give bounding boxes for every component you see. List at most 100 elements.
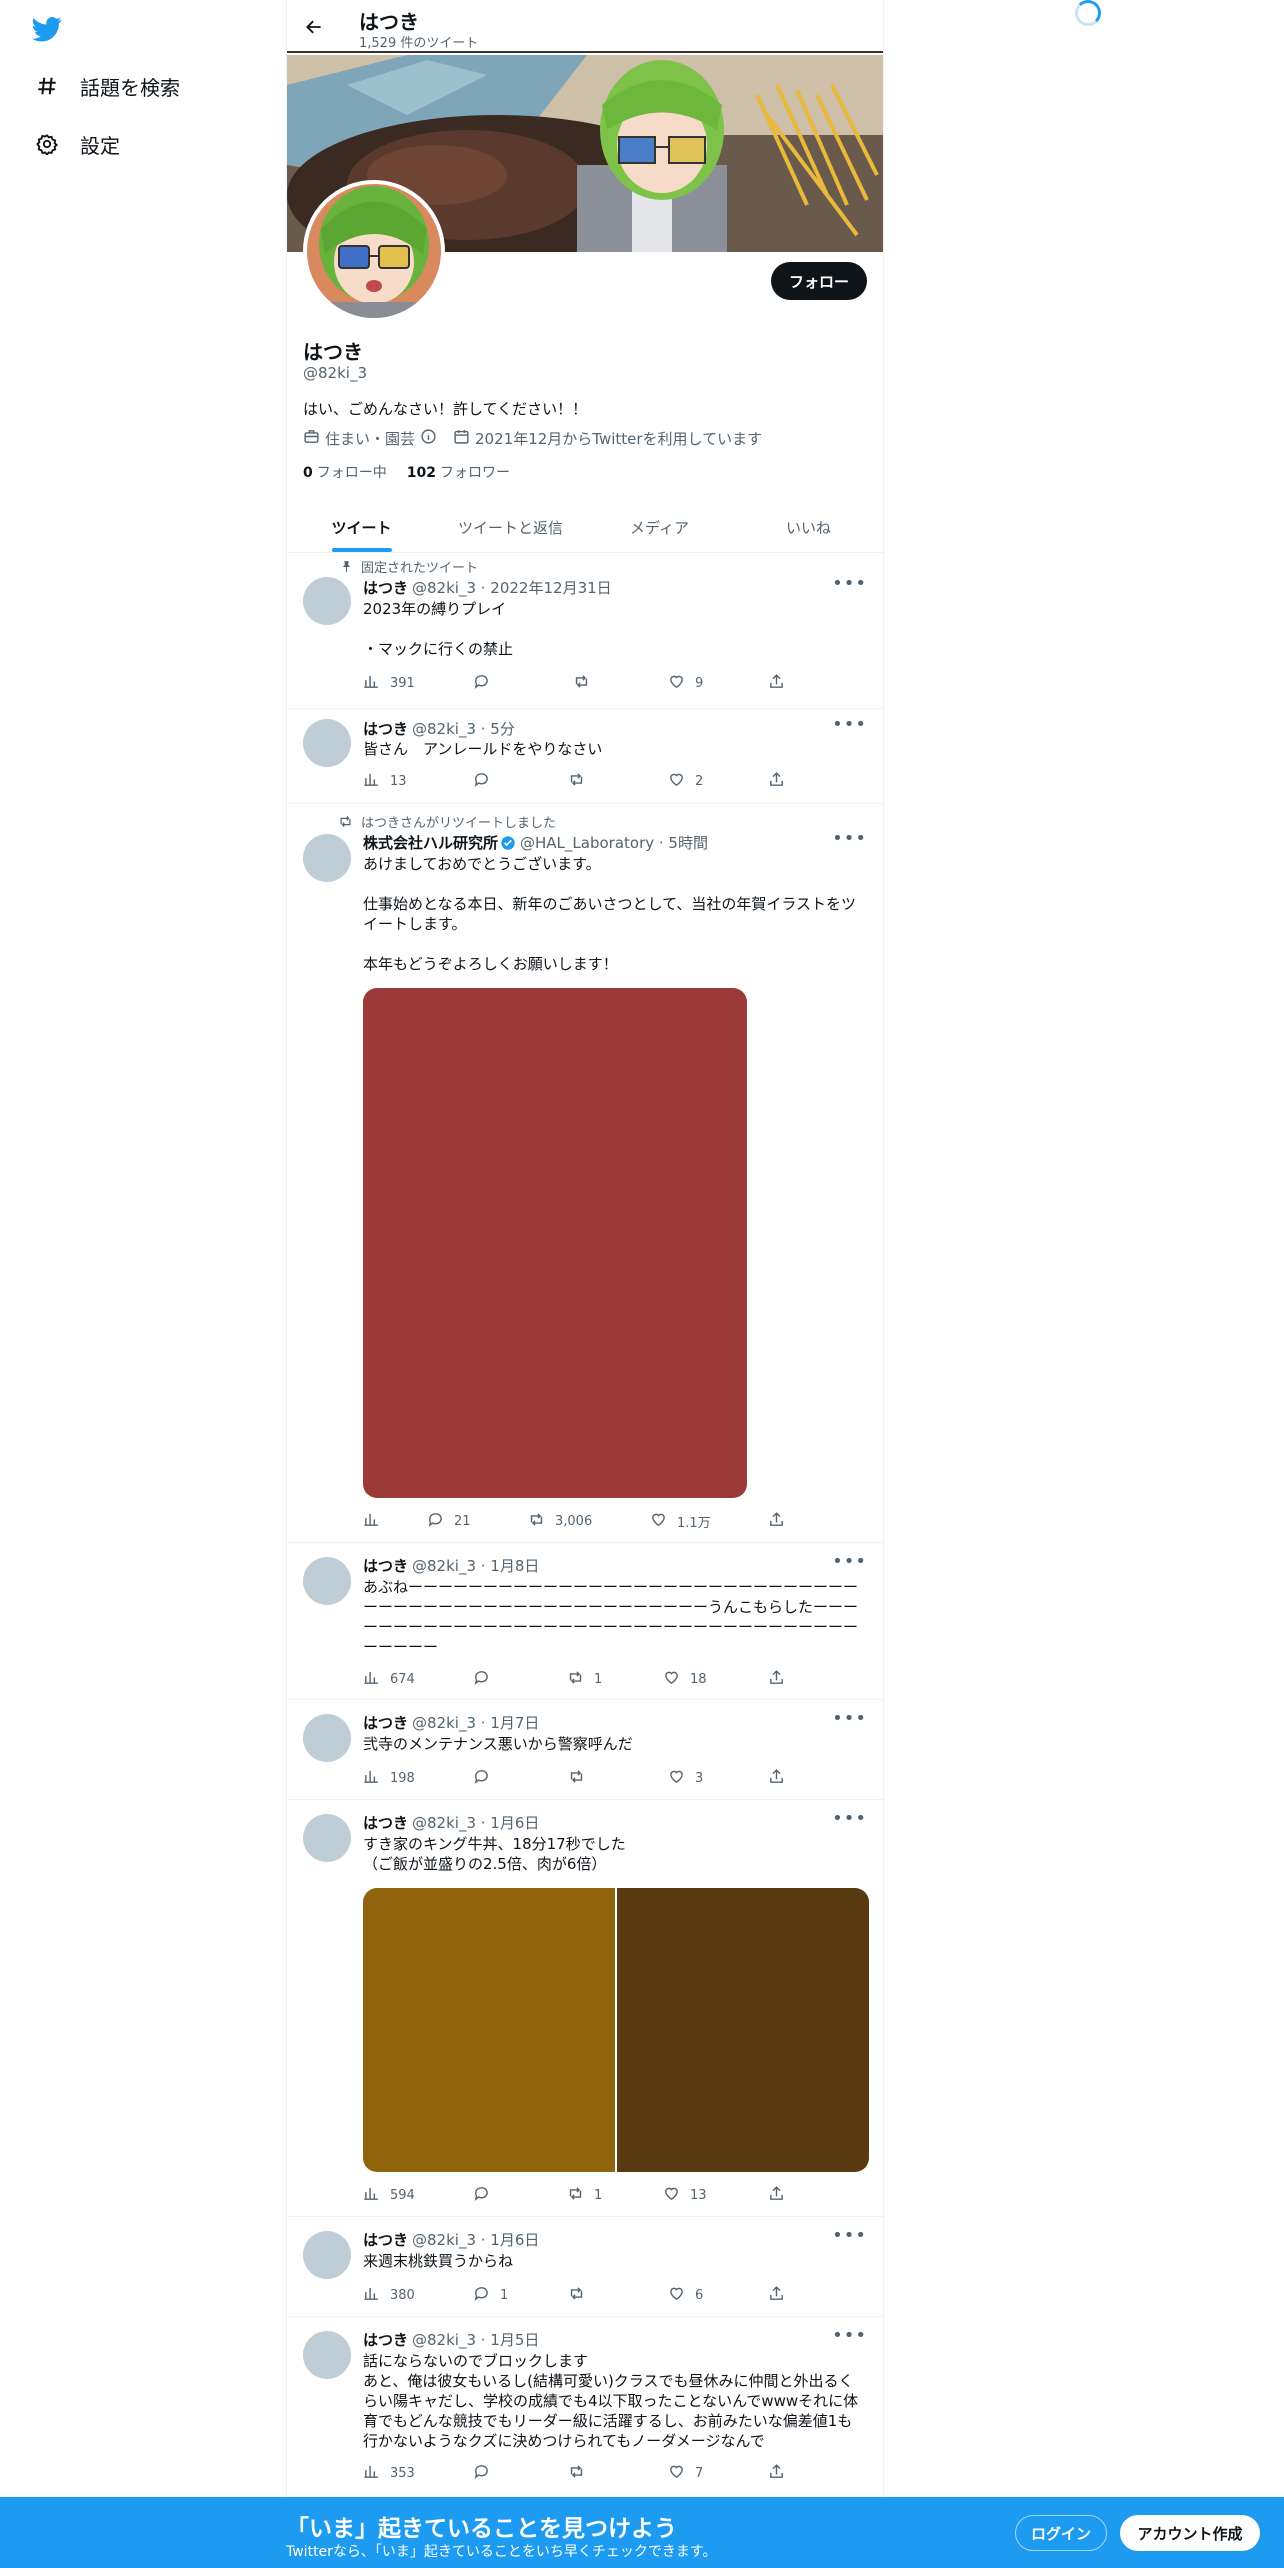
reply-button[interactable] xyxy=(473,2463,500,2484)
like-button[interactable]: 7 xyxy=(668,2463,703,2484)
tweet-author-name[interactable]: はつき xyxy=(363,1812,408,1833)
tweet-item[interactable]: はつき @82ki_3 · 1月7日 ••• 弐寺のメンテナンス悪いから警察呼ん… xyxy=(287,1700,883,1800)
tweet-item[interactable]: 固定されたツイート はつき @82ki_3 · 2022年12月31日 ••• … xyxy=(287,553,883,709)
tweet-author-name[interactable]: はつき xyxy=(363,1555,408,1576)
more-options-icon[interactable]: ••• xyxy=(832,2325,867,2346)
follow-button[interactable]: フォロー xyxy=(770,262,867,300)
profile-avatar[interactable] xyxy=(303,180,445,322)
tweet-item[interactable]: はつきさんがリツイートしました 株式会社ハル研究所 @HAL_Laborator… xyxy=(287,804,883,1543)
reply-button[interactable] xyxy=(473,2185,500,2206)
share-button[interactable] xyxy=(768,673,785,694)
share-button[interactable] xyxy=(768,1669,785,1690)
like-button[interactable]: 18 xyxy=(663,1669,707,1690)
more-options-icon[interactable]: ••• xyxy=(832,1551,867,1572)
tweet-meta[interactable]: @82ki_3 · 1月6日 xyxy=(412,1812,539,1833)
tweet-meta[interactable]: @82ki_3 · 1月7日 xyxy=(412,1712,539,1733)
tweet-item[interactable]: はつき @82ki_3 · 1月8日 ••• あぶねーーーーーーーーーーーーーー… xyxy=(287,1543,883,1700)
tweet-author-name[interactable]: はつき xyxy=(363,2229,408,2250)
share-button[interactable] xyxy=(768,2463,785,2484)
tab-tweets[interactable]: ツイート xyxy=(287,503,436,552)
retweet-button[interactable] xyxy=(568,1768,595,1789)
retweet-button[interactable] xyxy=(568,2285,595,2306)
share-button[interactable] xyxy=(768,771,785,792)
retweet-button[interactable] xyxy=(568,2463,595,2484)
more-options-icon[interactable]: ••• xyxy=(832,828,867,849)
views-button[interactable]: 198 xyxy=(363,1768,415,1789)
retweet-button[interactable] xyxy=(573,673,600,694)
views-button[interactable] xyxy=(363,1511,390,1532)
more-options-icon[interactable]: ••• xyxy=(832,1808,867,1829)
reply-button[interactable] xyxy=(473,1669,500,1690)
tweet-item[interactable]: はつき @82ki_3 · 1月6日 ••• 来週末桃鉄買うからね 380 1 … xyxy=(287,2217,883,2317)
tweet-author-name[interactable]: はつき xyxy=(363,718,408,739)
avatar[interactable] xyxy=(303,834,351,882)
retweet-button[interactable]: 3,006 xyxy=(528,1511,592,1532)
share-button[interactable] xyxy=(768,1511,785,1532)
like-button[interactable]: 3 xyxy=(668,1768,703,1789)
tweet-meta[interactable]: @82ki_3 · 5分 xyxy=(412,718,515,739)
tweet-image[interactable] xyxy=(363,1888,615,2172)
tweet-image[interactable] xyxy=(363,988,747,1498)
reply-button[interactable] xyxy=(473,771,500,792)
share-icon xyxy=(768,771,785,792)
tweet-meta[interactable]: @HAL_Laboratory · 5時間 xyxy=(520,832,708,853)
avatar[interactable] xyxy=(303,1714,351,1762)
nav-settings[interactable]: 設定 xyxy=(34,124,120,164)
retweet-button[interactable]: 1 xyxy=(567,1669,602,1690)
tweet-meta[interactable]: @82ki_3 · 1月5日 xyxy=(412,2329,539,2350)
reply-button[interactable] xyxy=(473,1768,500,1789)
retweet-button[interactable] xyxy=(568,771,595,792)
avatar[interactable] xyxy=(303,719,351,767)
views-button[interactable]: 674 xyxy=(363,1669,415,1690)
like-button[interactable]: 9 xyxy=(668,673,703,694)
avatar[interactable] xyxy=(303,2331,351,2379)
like-button[interactable]: 13 xyxy=(663,2185,707,2206)
reply-button[interactable]: 21 xyxy=(427,1511,471,1532)
views-button[interactable]: 13 xyxy=(363,771,407,792)
avatar[interactable] xyxy=(303,2231,351,2279)
views-button[interactable]: 353 xyxy=(363,2463,415,2484)
share-button[interactable] xyxy=(768,2185,785,2206)
more-options-icon[interactable]: ••• xyxy=(832,573,867,594)
back-arrow-icon[interactable] xyxy=(301,14,327,40)
nav-explore[interactable]: 話題を検索 xyxy=(34,66,180,106)
tweet-item[interactable]: はつき @82ki_3 · 1月5日 ••• 話にならないのでブロックします あ… xyxy=(287,2317,883,2497)
views-button[interactable]: 594 xyxy=(363,2185,415,2206)
like-button[interactable]: 6 xyxy=(668,2285,703,2306)
tweet-author-name[interactable]: 株式会社ハル研究所 xyxy=(363,832,498,853)
tab-likes[interactable]: いいね xyxy=(734,503,883,552)
tweet-meta[interactable]: @82ki_3 · 1月6日 xyxy=(412,2229,539,2250)
more-options-icon[interactable]: ••• xyxy=(832,1708,867,1729)
views-button[interactable]: 391 xyxy=(363,673,415,694)
reply-button[interactable]: 1 xyxy=(473,2285,508,2306)
tweet-meta[interactable]: @82ki_3 · 2022年12月31日 xyxy=(412,577,612,598)
followers-label: フォロワー xyxy=(439,465,510,481)
followers-link[interactable]: 102 フォロワー xyxy=(407,462,510,482)
tweet-item[interactable]: はつき @82ki_3 · 1月6日 ••• すき家のキング牛丼、18分17秒で… xyxy=(287,1800,883,2217)
tweet-author-name[interactable]: はつき xyxy=(363,577,408,598)
avatar[interactable] xyxy=(303,1557,351,1605)
login-button[interactable]: ログイン xyxy=(1015,2515,1107,2551)
more-options-icon[interactable]: ••• xyxy=(832,714,867,735)
more-options-icon[interactable]: ••• xyxy=(832,2225,867,2246)
info-icon[interactable] xyxy=(420,428,437,449)
retweet-button[interactable]: 1 xyxy=(567,2185,602,2206)
tweet-author-name[interactable]: はつき xyxy=(363,2329,408,2350)
signup-button[interactable]: アカウント作成 xyxy=(1120,2515,1260,2551)
tweet-author-name[interactable]: はつき xyxy=(363,1712,408,1733)
views-button[interactable]: 380 xyxy=(363,2285,415,2306)
reply-button[interactable] xyxy=(473,673,500,694)
avatar[interactable] xyxy=(303,1814,351,1862)
share-button[interactable] xyxy=(768,1768,785,1789)
tab-tweets-replies[interactable]: ツイートと返信 xyxy=(436,503,585,552)
tweet-meta[interactable]: @82ki_3 · 1月8日 xyxy=(412,1555,539,1576)
following-link[interactable]: 0 フォロー中 xyxy=(303,462,387,482)
avatar[interactable] xyxy=(303,577,351,625)
share-button[interactable] xyxy=(768,2285,785,2306)
twitter-logo-icon[interactable] xyxy=(30,14,66,44)
like-button[interactable]: 1.1万 xyxy=(650,1511,711,1532)
tweet-image[interactable] xyxy=(617,1888,869,2172)
tweet-item[interactable]: はつき @82ki_3 · 5分 ••• 皆さん アンレールドをやりなさい 13… xyxy=(287,709,883,804)
like-button[interactable]: 2 xyxy=(668,771,703,792)
tab-media[interactable]: メディア xyxy=(585,503,734,552)
